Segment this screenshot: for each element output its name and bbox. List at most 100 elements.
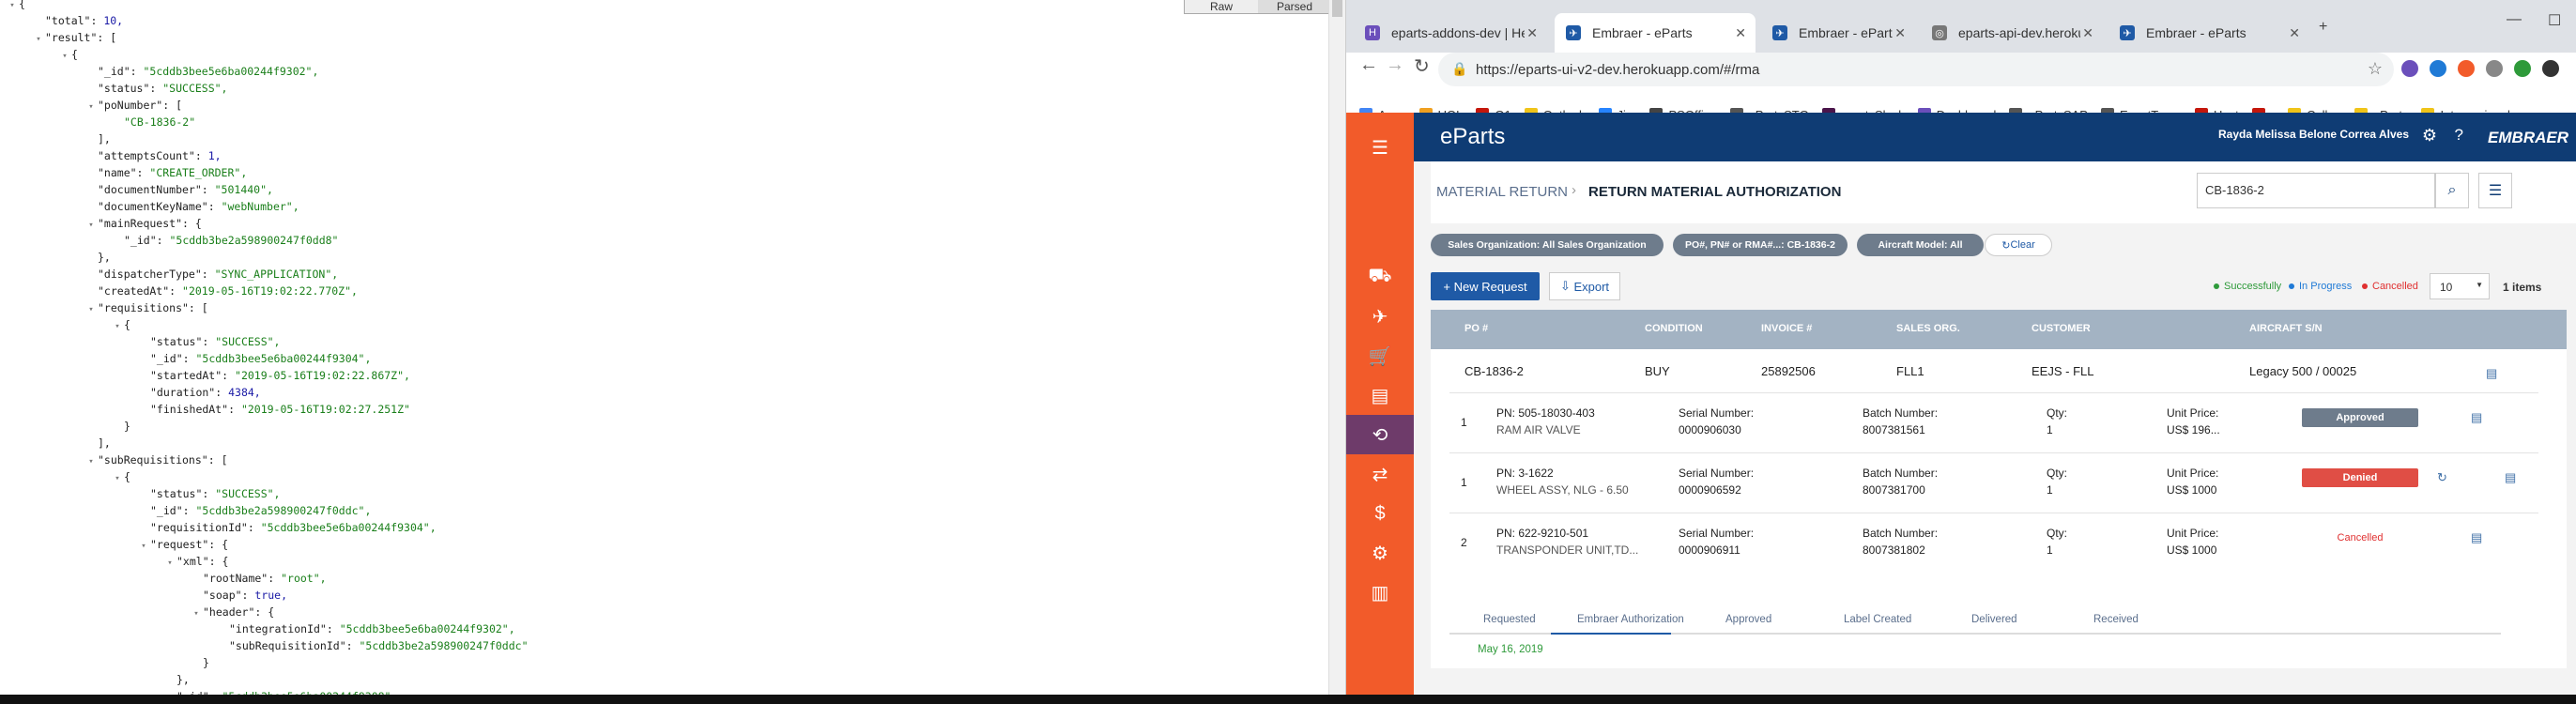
per-page-select[interactable]: 10 ▼ xyxy=(2430,273,2490,299)
document-icon[interactable]: ▤ xyxy=(1346,375,1414,415)
json-line: "total": 10, xyxy=(32,11,123,30)
collapse-toggle-icon[interactable]: ▾ xyxy=(190,605,203,623)
collapse-toggle-icon[interactable]: ▾ xyxy=(111,317,124,336)
brand-logo[interactable]: eParts xyxy=(1440,124,1505,150)
column-header[interactable]: SALES ORG. xyxy=(1896,323,1960,334)
favicon-icon: ✈ xyxy=(2120,25,2135,40)
export-button[interactable]: ⇩ Export xyxy=(1549,272,1620,300)
json-line: "status": "SUCCESS", xyxy=(84,79,228,98)
collapse-toggle-icon[interactable]: ▾ xyxy=(32,30,45,49)
lock-icon: 🔒 xyxy=(1451,61,1468,76)
extension-icon[interactable] xyxy=(2486,60,2503,77)
json-text: "status": "SUCCESS", xyxy=(150,487,281,500)
breadcrumb-parent[interactable]: MATERIAL RETURN xyxy=(1436,184,1568,200)
chart-icon[interactable]: ▥ xyxy=(1346,573,1414,612)
browser-tab[interactable]: Heparts-addons-dev | Heroku✕ xyxy=(1354,13,1547,53)
menu-icon[interactable]: ☰ xyxy=(1346,128,1414,167)
json-line: ▾ "xml": { xyxy=(163,552,228,571)
plane-icon[interactable]: ✈ xyxy=(1346,297,1414,336)
price-label: Unit Price: xyxy=(2167,467,2219,480)
truck-icon[interactable]: ⛟ xyxy=(1346,257,1414,297)
filter-icon[interactable]: ☰ xyxy=(2478,173,2512,208)
extension-icon[interactable] xyxy=(2401,60,2418,77)
forward-icon[interactable]: → xyxy=(1386,54,1404,76)
collapse-toggle-icon[interactable]: ▾ xyxy=(111,469,124,488)
filter-chip-aircraft[interactable]: Aircraft Model: All xyxy=(1857,234,1984,256)
json-line: "rootName": "root", xyxy=(190,569,327,588)
collapse-toggle-icon[interactable]: ▾ xyxy=(84,452,98,471)
extension-icon[interactable] xyxy=(2514,60,2531,77)
settings-icon[interactable]: ⚙ xyxy=(1346,533,1414,573)
browser-tab[interactable]: ✈ Embraer - eParts ✕ xyxy=(1555,13,1756,53)
settings-gear-icon[interactable]: ⚙ xyxy=(2422,126,2437,145)
column-header[interactable]: CUSTOMER xyxy=(2032,323,2091,334)
extension-icon[interactable] xyxy=(2458,60,2475,77)
column-header[interactable]: INVOICE # xyxy=(1761,323,1812,334)
collapse-toggle-icon[interactable]: ▾ xyxy=(163,554,176,573)
collapse-toggle-icon[interactable]: ▾ xyxy=(58,47,71,66)
dollar-icon[interactable]: $ xyxy=(1346,494,1414,533)
address-bar[interactable]: 🔒 https://eparts-ui-v2-dev.herokuapp.com… xyxy=(1438,53,2394,86)
legend-item: Successfully xyxy=(2214,281,2281,292)
exchange-icon[interactable]: ⇄ xyxy=(1346,454,1414,494)
browser-tab[interactable]: ✈ Embraer - eParts ✕ xyxy=(2108,13,2309,53)
qty-value: 1 xyxy=(2047,483,2053,497)
json-line: "duration": 4384, xyxy=(137,383,261,402)
clear-label: Clear xyxy=(2010,239,2035,251)
browser-tab[interactable]: ✈ Embraer - eParts ✕ xyxy=(1761,13,1915,53)
scrollbar-thumb[interactable] xyxy=(1332,0,1342,17)
user-name[interactable]: Rayda Melissa Belone Correa Alves xyxy=(2218,128,2409,141)
cart-icon[interactable]: 🛒 xyxy=(1346,336,1414,375)
maximize-icon[interactable]: ☐ xyxy=(2548,11,2561,30)
column-header[interactable]: PO # xyxy=(1464,323,1488,334)
extension-icon[interactable] xyxy=(2430,60,2446,77)
parsed-button[interactable]: Parsed xyxy=(1258,0,1331,13)
collapse-toggle-icon[interactable]: ▾ xyxy=(84,300,98,319)
column-header[interactable]: CONDITION xyxy=(1645,323,1703,334)
new-request-button[interactable]: + New Request xyxy=(1431,272,1540,300)
plus-icon: + xyxy=(1443,279,1454,294)
filter-chip-sales-org[interactable]: Sales Organization: All Sales Organizati… xyxy=(1431,234,1664,256)
condition-cell: BUY xyxy=(1645,364,1670,378)
search-input[interactable]: CB-1836-2 xyxy=(2197,173,2435,208)
collapse-toggle-icon[interactable]: ▾ xyxy=(84,98,98,116)
browser-tab[interactable]: ◎ eparts-api-dev.herokuapp.com✕ xyxy=(1921,13,2103,53)
reload-icon[interactable]: ↻ xyxy=(1414,54,1430,78)
close-tab-icon[interactable]: ✕ xyxy=(1735,25,1746,41)
material-return-icon[interactable]: ⟲ xyxy=(1346,415,1414,454)
search-icon[interactable]: ⌕ xyxy=(2435,173,2469,208)
back-icon[interactable]: ← xyxy=(1359,54,1378,76)
step-label: Label Created xyxy=(1844,614,1912,625)
collapse-toggle-icon[interactable]: ▾ xyxy=(84,216,98,235)
document-icon[interactable]: ▤ xyxy=(2486,366,2497,381)
json-line: "_id": "5cddb3be2a598900247f0dd8" xyxy=(111,231,338,250)
column-header[interactable]: AIRCRAFT S/N xyxy=(2249,323,2323,334)
batch-label: Batch Number: xyxy=(1863,467,1939,480)
extension-icon[interactable] xyxy=(2542,60,2559,77)
json-text: "soap": true, xyxy=(203,589,288,602)
resubmit-icon[interactable]: ↻ xyxy=(2437,470,2447,485)
collapse-toggle-icon[interactable]: ▾ xyxy=(6,0,19,15)
raw-button[interactable]: Raw xyxy=(1185,0,1258,13)
main-content: MATERIAL RETURN › RETURN MATERIAL AUTHOR… xyxy=(1414,161,2576,695)
json-scrollbar[interactable] xyxy=(1328,0,1345,695)
close-tab-icon[interactable]: ✕ xyxy=(2289,25,2300,41)
favicon-icon: H xyxy=(1365,25,1380,40)
help-icon[interactable]: ? xyxy=(2455,126,2463,145)
collapse-toggle-icon[interactable]: ▾ xyxy=(137,537,150,556)
json-line: "documentNumber": "501440", xyxy=(84,180,273,199)
close-tab-icon[interactable]: ✕ xyxy=(1526,25,1538,41)
document-icon[interactable]: ▤ xyxy=(2471,530,2482,545)
table-row[interactable]: CB-1836-2 BUY 25892506 FLL1 EEJS - FLL L… xyxy=(1431,349,2567,392)
filter-chip-po[interactable]: PO#, PN# or RMA#...: CB-1836-2 xyxy=(1673,234,1848,256)
close-tab-icon[interactable]: ✕ xyxy=(2082,25,2093,41)
json-line: "subRequisitionId": "5cddb3be2a598900247… xyxy=(216,636,529,655)
document-icon[interactable]: ▤ xyxy=(2471,410,2482,425)
document-icon[interactable]: ▤ xyxy=(2505,470,2516,485)
close-tab-icon[interactable]: ✕ xyxy=(1894,25,1906,41)
qty-value: 1 xyxy=(2047,423,2053,436)
new-tab-button[interactable]: + xyxy=(2319,19,2327,36)
bookmark-star-icon[interactable]: ☆ xyxy=(2368,59,2383,79)
clear-filters-button[interactable]: ↻ Clear xyxy=(1985,234,2052,256)
minimize-icon[interactable]: — xyxy=(2507,11,2522,28)
